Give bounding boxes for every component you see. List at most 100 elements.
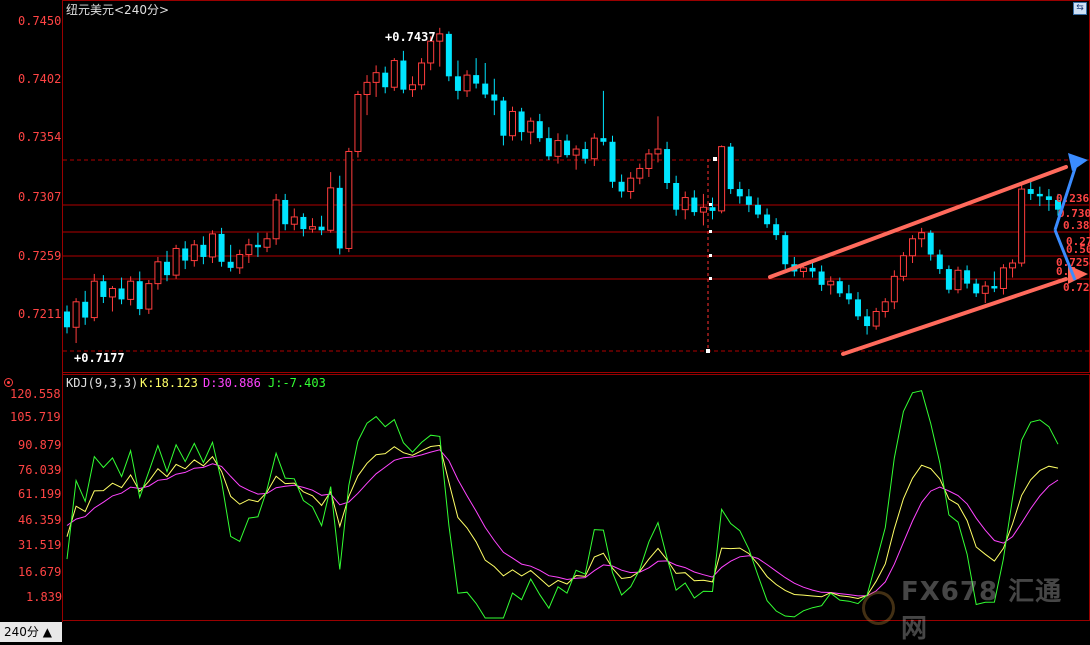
candle-body <box>572 148 580 156</box>
price-tick: 0.7259 <box>18 249 61 263</box>
candlestick-series <box>64 27 1061 344</box>
candle-body <box>72 301 80 328</box>
candle-body <box>1036 193 1043 197</box>
candle-body <box>745 196 752 205</box>
candle-body <box>100 281 107 297</box>
candle-body <box>482 83 489 95</box>
candle-body <box>500 100 507 136</box>
candle-body <box>799 267 807 272</box>
candle-body <box>427 40 435 64</box>
candle-body <box>545 138 552 157</box>
candle-body <box>473 75 480 84</box>
candle-body <box>172 247 180 276</box>
candle-body <box>236 254 244 269</box>
candle-body <box>372 72 380 83</box>
candle-body <box>190 244 198 262</box>
channel-upper-arrowhead <box>1068 153 1088 171</box>
fib-node-2 <box>709 230 712 233</box>
corner-toggle-button[interactable]: ⇆ <box>1073 2 1087 15</box>
candle-body <box>272 199 280 240</box>
candle-body <box>699 206 707 213</box>
kdj-tick: 90.879 <box>18 438 61 452</box>
chart-title: 纽元美元<240分> <box>66 3 169 17</box>
candle-body <box>527 120 535 133</box>
candle-body <box>764 214 771 225</box>
indicator-target-icon[interactable] <box>4 378 13 387</box>
candle-body <box>354 94 362 152</box>
watermark: FX678 汇通网 <box>862 577 1082 644</box>
main-panel-frame <box>62 0 1090 373</box>
candle-body <box>664 149 671 183</box>
candle-body <box>809 267 816 272</box>
timeframe-tab[interactable]: 240分 ▲ <box>0 622 62 642</box>
candle-body <box>627 177 635 192</box>
candle-body <box>454 76 461 91</box>
candle-body <box>208 233 216 258</box>
candle-body <box>845 293 852 300</box>
candle-body <box>964 270 971 284</box>
candle-body <box>218 233 225 262</box>
candle-body <box>618 181 625 192</box>
candle-body <box>991 286 998 289</box>
candle-body <box>973 283 980 294</box>
candle-body <box>245 244 253 256</box>
kdj-tick: 31.519 <box>18 538 61 552</box>
watermark-logo-icon <box>862 591 895 625</box>
candle-body <box>491 94 498 101</box>
candle-body <box>554 140 562 157</box>
candle-body <box>345 150 353 249</box>
fib-node-3 <box>709 254 712 257</box>
candle-body <box>645 153 653 169</box>
candle-body <box>382 72 389 88</box>
kdj-tick: 120.558 <box>10 387 61 401</box>
candle-body <box>590 137 598 160</box>
price-tick: 0.7450 <box>18 14 61 28</box>
candle-body <box>90 280 98 319</box>
candle-body <box>754 204 761 215</box>
kdj-axis: 120.558 105.719 90.879 76.039 61.199 46.… <box>10 387 62 604</box>
candle-body <box>582 149 589 159</box>
candle-body <box>390 60 398 88</box>
price-axis: 0.7450 0.7402 0.7354 0.7307 0.7259 0.721… <box>18 14 61 321</box>
candle-body <box>609 141 616 182</box>
candle-body <box>709 207 716 211</box>
candle-body <box>872 311 880 327</box>
candle-body <box>954 269 962 291</box>
chart-stage: 0.7450 0.7402 0.7354 0.7307 0.7259 0.721… <box>10 0 1090 622</box>
fib-label: 0.50 <box>1066 243 1090 256</box>
kdj-tick: 46.359 <box>18 513 61 527</box>
candle-body <box>691 197 698 213</box>
candle-body <box>418 62 426 86</box>
candle-body <box>927 232 934 255</box>
candle-body <box>600 138 607 142</box>
candle-body <box>145 283 153 310</box>
candle-body <box>727 146 734 190</box>
fib-label: 0.7242 <box>1063 281 1090 294</box>
candle-body <box>681 197 689 211</box>
candle-body <box>408 84 416 91</box>
candle-body <box>818 271 825 285</box>
candle-body <box>463 74 471 92</box>
kdj-tick: 105.719 <box>10 410 61 424</box>
candle-body <box>518 111 525 133</box>
candle-body <box>436 33 444 42</box>
candle-body <box>254 244 261 248</box>
low-price-label: +0.7177 <box>74 351 125 365</box>
candle-body <box>445 33 452 77</box>
kdj-header-label: KDJ(9,3,3) <box>66 376 138 390</box>
candle-body <box>308 226 316 230</box>
candle-body <box>1045 196 1052 200</box>
candle-body <box>909 238 917 257</box>
candle-body <box>999 267 1007 289</box>
kdj-tick: 1.839 <box>26 590 62 604</box>
candle-body <box>118 288 125 300</box>
fib-label: 0.236 <box>1056 192 1089 205</box>
candle-body <box>636 167 644 179</box>
candle-body <box>981 285 989 294</box>
candle-body <box>827 280 835 286</box>
fib-node-1 <box>709 203 712 206</box>
candle-body <box>673 183 680 210</box>
kdj-header: KDJ(9,3,3) K:18.123 D:30.886 J:-7.403 <box>66 376 326 390</box>
candle-body <box>1009 262 1017 269</box>
candle-body <box>936 254 943 270</box>
